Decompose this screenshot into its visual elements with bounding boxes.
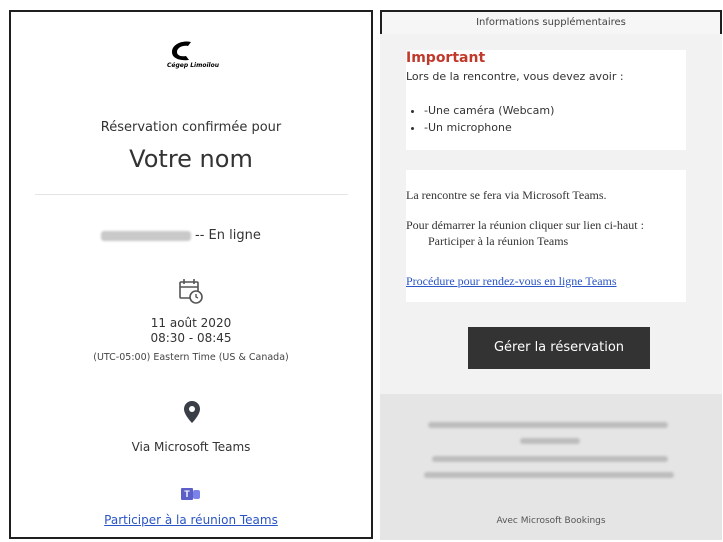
redacted-footer-line bbox=[520, 438, 580, 444]
list-item: -Une caméra (Webcam) bbox=[424, 102, 554, 119]
divider bbox=[35, 194, 348, 195]
calendar-clock-icon bbox=[179, 279, 203, 304]
start-instructions: Pour démarrer la réunion cliquer sur lie… bbox=[406, 218, 644, 232]
appointment-date: 11 août 2020 bbox=[150, 316, 232, 330]
confirmation-panel: Cégep Limoilou Réservation confirmée pou… bbox=[9, 10, 373, 539]
cegep-logo: Cégep Limoilou bbox=[163, 40, 223, 72]
requirements-intro: Lors de la rencontre, vous devez avoir : bbox=[406, 70, 624, 83]
requirements-list: -Une caméra (Webcam) -Un microphone bbox=[406, 102, 554, 136]
footer: Avec Microsoft Bookings bbox=[380, 394, 722, 540]
customer-name: Votre nom bbox=[129, 145, 253, 173]
svg-text:T: T bbox=[184, 489, 190, 499]
section-separator bbox=[380, 150, 722, 170]
logo-mark-icon bbox=[172, 41, 191, 61]
logo-text: Cégep Limoilou bbox=[167, 62, 219, 69]
service-mode: -- En ligne bbox=[195, 228, 261, 243]
timezone: (UTC-05:00) Eastern Time (US & Canada) bbox=[93, 352, 289, 363]
additional-info-panel: Informations supplémentaires Important L… bbox=[380, 10, 722, 540]
additional-info-header: Informations supplémentaires bbox=[380, 10, 722, 34]
location-text: Via Microsoft Teams bbox=[131, 440, 251, 454]
redacted-footer-line bbox=[428, 422, 668, 428]
redacted-service-name bbox=[101, 230, 191, 241]
redacted-footer-line bbox=[424, 472, 674, 478]
list-item: -Un microphone bbox=[424, 119, 554, 136]
join-teams-link[interactable]: Participer à la réunion Teams bbox=[11, 513, 371, 527]
appointment-time: 08:30 - 08:45 bbox=[150, 331, 232, 345]
important-heading: Important bbox=[406, 50, 486, 66]
service-line: -- En ligne bbox=[101, 228, 301, 243]
info-box: Important Lors de la rencontre, vous dev… bbox=[380, 50, 722, 302]
teams-icon: T bbox=[181, 488, 200, 500]
powered-by: Avec Microsoft Bookings bbox=[496, 516, 606, 526]
appointment-datetime: 11 août 2020 08:30 - 08:45 bbox=[11, 316, 371, 346]
manage-reservation-button[interactable]: Gérer la réservation bbox=[468, 327, 650, 369]
teams-note: La rencontre se fera via Microsoft Teams… bbox=[406, 188, 607, 202]
confirmation-label: Réservation confirmée pour bbox=[100, 120, 282, 135]
start-instructions-target: Participer à la réunion Teams bbox=[428, 234, 569, 248]
redacted-footer-line bbox=[432, 456, 668, 462]
location-pin-icon bbox=[184, 401, 200, 423]
procedure-link[interactable]: Procédure pour rendez-vous en ligne Team… bbox=[406, 274, 617, 289]
